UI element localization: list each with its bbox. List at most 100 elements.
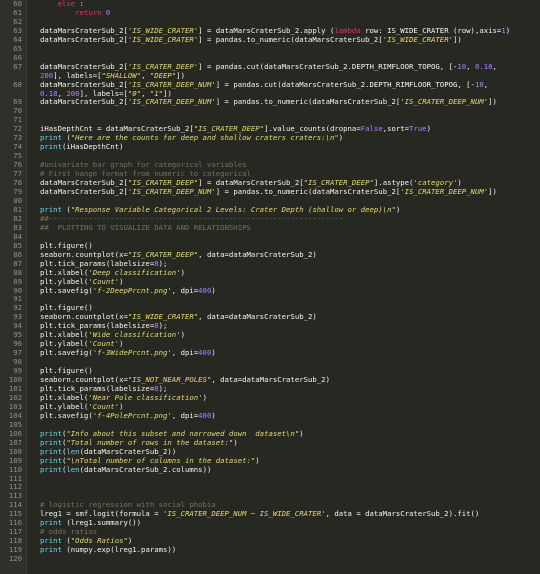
code-token: 'f-3WidePrcnt.png'	[92, 349, 172, 358]
code-line[interactable]: 66	[0, 53, 540, 63]
code-token: )	[255, 456, 260, 465]
code-line[interactable]: 110 print(len(dataMarsCraterSub_2.columns…	[0, 465, 540, 475]
code-token: plt.figure()	[40, 304, 93, 313]
code-line[interactable]: 109 print("\nTotal number of columns in t…	[0, 456, 540, 466]
code-line[interactable]: 112	[0, 483, 540, 492]
code-line[interactable]: 67 dataMarsCraterSub_2['IS_CRATER_DEEP'] …	[0, 62, 540, 72]
code-line[interactable]: 106 print("Info about this subset and nar…	[0, 429, 540, 439]
code-token: print	[40, 447, 62, 456]
code-line[interactable]: 91	[0, 294, 540, 304]
code-token: ,	[483, 80, 489, 89]
code-line[interactable]: 200], labels=["SHALLOW", "DEEP"])	[0, 72, 540, 81]
code-token: 'Wide classification'	[88, 331, 181, 340]
code-text: ## PLOTTING TO VISUALIZE DATA AND RELATI…	[40, 224, 538, 233]
code-line[interactable]: 70	[0, 106, 540, 116]
code-line[interactable]: 61 return 0	[0, 8, 540, 18]
code-line[interactable]: 118 print ("Odds Ratios")	[0, 536, 540, 546]
code-line[interactable]: 101 plt.tick_params(labelsize=8);	[0, 384, 540, 394]
code-line[interactable]: 62	[0, 17, 540, 27]
code-line[interactable]: 71	[0, 115, 540, 125]
code-text: plt.tick_params(labelsize=8);	[40, 322, 538, 331]
code-token: plt.savefig(	[40, 349, 93, 358]
code-line[interactable]: 90 plt.savefig('f-2DeepPrcnt.png', dpi=40…	[0, 286, 540, 296]
code-token: ] = dataMarsCraterSub_2.apply (	[198, 26, 335, 35]
code-line[interactable]: 84	[0, 232, 540, 242]
code-token: print	[40, 456, 62, 465]
code-line[interactable]: 89 plt.ylabel('Count')	[0, 277, 540, 287]
code-line[interactable]: 68 dataMarsCraterSub_2['IS_CRATER_DEEP_NU…	[0, 80, 540, 90]
code-line[interactable]: 77 # First hange format from numeric to c…	[0, 169, 540, 179]
code-line[interactable]: 74 print(iHasDepthCnt)	[0, 142, 540, 152]
code-token: ])	[488, 98, 497, 107]
code-line[interactable]: 115 lreg1 = smf.logit(formula = 'IS_CRATE…	[0, 509, 540, 519]
code-line[interactable]: 94 plt.tick_params(labelsize=8);	[0, 321, 540, 331]
code-line[interactable]: 87 plt.tick_params(labelsize=8);	[0, 259, 540, 269]
code-line[interactable]: 82 ##------------------------------------…	[0, 214, 540, 224]
code-text: print("Total number of rows in the datas…	[40, 439, 538, 448]
code-line[interactable]: 116 print (lreg1.summary())	[0, 518, 540, 528]
code-line[interactable]: 107 print("Total number of rows in the da…	[0, 438, 540, 448]
code-line[interactable]: 102 plt.xlabel('Near Pole classification'…	[0, 393, 540, 403]
code-line[interactable]: 60 else :	[0, 0, 540, 9]
code-line[interactable]: 64 dataMarsCraterSub_2['IS_WIDE_CRATER'] …	[0, 35, 540, 45]
code-line[interactable]: 0.18, 200], labels=["0", "1"])	[0, 90, 540, 99]
code-text: plt.figure()	[40, 304, 538, 313]
code-line[interactable]: 113	[0, 491, 540, 501]
code-token: 'Count'	[88, 402, 120, 411]
code-line[interactable]: 103 plt.ylabel('Count')	[0, 402, 540, 412]
code-line[interactable]: 108 print(len(dataMarsCraterSub_2))	[0, 447, 540, 457]
code-line[interactable]: 98	[0, 357, 540, 367]
code-token: )	[180, 331, 185, 340]
code-token: True	[409, 125, 427, 134]
code-line[interactable]: 119 print (numpy.exp(lreg1.params))	[0, 545, 540, 555]
code-line[interactable]: 120	[0, 554, 540, 564]
code-token: dataMarsCraterSub_2[	[40, 26, 128, 35]
code-text: print(len(dataMarsCraterSub_2.columns))	[40, 466, 538, 475]
code-text: plt.tick_params(labelsize=8);	[40, 260, 538, 269]
code-line[interactable]: 83 ## PLOTTING TO VISUALIZE DATA AND RELA…	[0, 223, 540, 233]
code-line[interactable]: 79 dataMarsCraterSub_2['IS_CRATER_DEEP_NU…	[0, 187, 540, 197]
code-line[interactable]: 99 plt.figure()	[0, 366, 540, 376]
code-line[interactable]: 78 dataMarsCraterSub_2["IS_CRATER_DEEP"] …	[0, 178, 540, 188]
code-line[interactable]: 72 iHasDepthCnt = dataMarsCraterSub_2["IS…	[0, 124, 540, 134]
code-line[interactable]: 76 #univariate bar graph for categorical …	[0, 160, 540, 170]
code-token: 10	[457, 62, 467, 71]
code-line[interactable]: 92 plt.figure()	[0, 303, 540, 313]
code-editor[interactable]: 60 else :61 return 0 62 63 dataMarsCraterSu…	[0, 0, 540, 574]
code-line[interactable]: 111	[0, 474, 540, 484]
code-line[interactable]: 86 seaborn.countplot(x="IS_CRATER_DEEP", …	[0, 250, 540, 260]
code-line[interactable]: 85 plt.figure()	[0, 241, 540, 251]
code-line[interactable]: 88 plt.xlabel('Deep classification')	[0, 268, 540, 278]
code-line[interactable]: 100 seaborn.countplot(x="IS_NOT_NEAR_POLE…	[0, 375, 540, 385]
code-line[interactable]: 65	[0, 44, 540, 54]
code-token: 'category'	[413, 179, 458, 188]
code-line[interactable]: 69 dataMarsCraterSub_2['IS_CRATER_DEEP_NU…	[0, 98, 540, 107]
code-token: 0.18	[40, 89, 58, 98]
code-token: plt.ylabel(	[40, 277, 89, 286]
code-token: 'IS_CRATER_DEEP_NUM'	[127, 188, 216, 197]
code-line[interactable]: 93 seaborn.countplot(x="IS_WIDE_CRATER", …	[0, 312, 540, 322]
code-line[interactable]: 117 # odds ratios	[0, 527, 540, 537]
code-text: plt.xlabel('Near Pole classification')	[40, 394, 538, 403]
code-token: )	[299, 429, 304, 438]
code-text: # logistic regression with social phobia	[40, 501, 538, 510]
code-token: , data=dataMarsCraterSub_2)	[211, 376, 330, 385]
code-token: , dpi=	[171, 411, 199, 420]
code-line[interactable]: 114 # logistic regression with social pho…	[0, 500, 540, 510]
code-text: dataMarsCraterSub_2["IS_CRATER_DEEP"] = …	[40, 179, 538, 188]
code-token: plt.tick_params(labelsize=	[40, 322, 155, 331]
code-line[interactable]: 80	[0, 196, 540, 206]
code-token: "IS_CRATER_DEEP"	[127, 179, 199, 188]
code-line[interactable]: 81 print ("Response Variable Categorical …	[0, 205, 540, 215]
code-line[interactable]: 95 plt.xlabel('Wide classification')	[0, 330, 540, 340]
code-line[interactable]: 63 dataMarsCraterSub_2['IS_WIDE_CRATER'] …	[0, 26, 540, 36]
code-text: plt.savefig('f-3WidePrcnt.png', dpi=400)	[40, 349, 538, 358]
code-line[interactable]: 105	[0, 420, 540, 430]
code-line[interactable]: 73 print ("Here are the counts for deep a…	[0, 133, 540, 143]
code-line[interactable]: 75	[0, 151, 540, 161]
code-line[interactable]: 104 plt.savefig('f-4PolePrcnt.png', dpi=4…	[0, 411, 540, 421]
code-text: dataMarsCraterSub_2['IS_CRATER_DEEP_NUM'…	[40, 188, 538, 197]
code-token: "0"	[127, 89, 142, 98]
code-line[interactable]: 97 plt.savefig('f-3WidePrcnt.png', dpi=40…	[0, 348, 540, 358]
code-line[interactable]: 96 plt.ylabel('Count')	[0, 339, 540, 349]
